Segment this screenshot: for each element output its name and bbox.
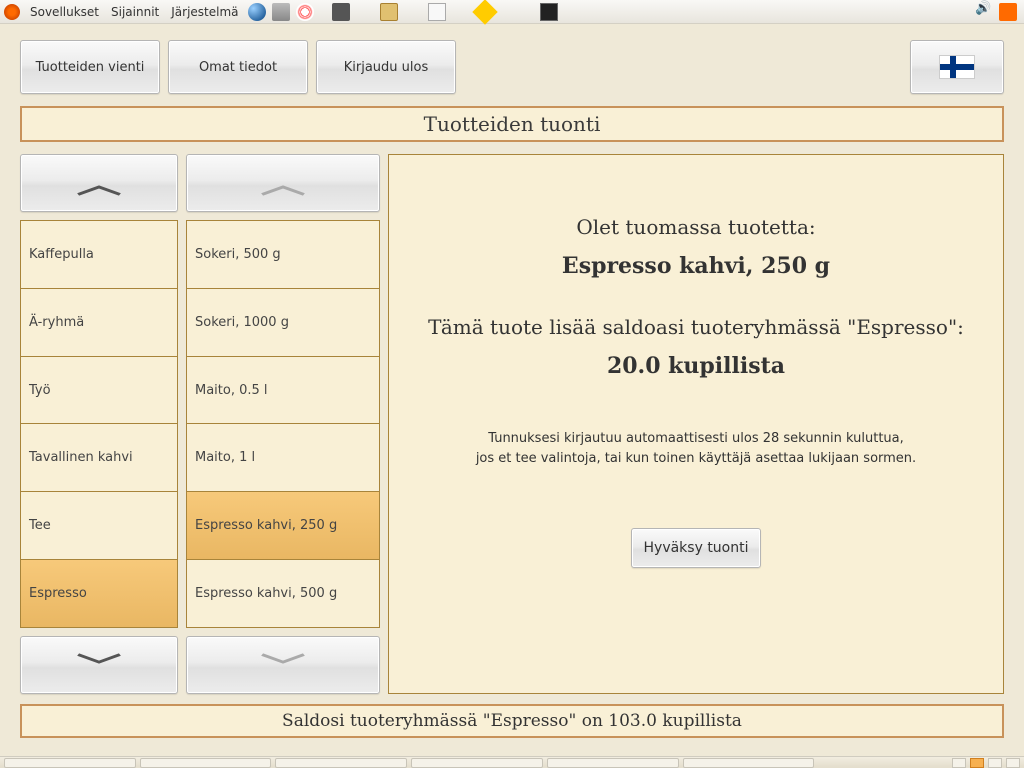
- globe-icon[interactable]: [248, 3, 266, 21]
- detail-product-name: Espresso kahvi, 250 g: [409, 253, 983, 279]
- detail-panel: Olet tuomassa tuotetta: Espresso kahvi, …: [388, 154, 1004, 694]
- language-button[interactable]: [910, 40, 1004, 94]
- taskbar-button[interactable]: [683, 758, 815, 768]
- workspace-switcher[interactable]: [952, 758, 966, 768]
- main-columns: ︿ Kaffepulla Ä-ryhmä Työ Tavallinen kahv…: [20, 154, 1004, 694]
- camera-icon[interactable]: [332, 3, 350, 21]
- shutdown-icon[interactable]: [999, 3, 1017, 21]
- toolbar: Tuotteiden vienti Omat tiedot Kirjaudu u…: [20, 40, 1004, 94]
- category-scroll-up-button[interactable]: ︿: [20, 154, 178, 212]
- profile-button[interactable]: Omat tiedot: [168, 40, 308, 94]
- app-window: Tuotteiden vienti Omat tiedot Kirjaudu u…: [0, 24, 1024, 756]
- desktop-top-panel: Sovellukset Sijainnit Järjestelmä: [0, 0, 1024, 24]
- taskbar-button[interactable]: [547, 758, 679, 768]
- chevron-down-icon: ﹀: [261, 647, 306, 683]
- page-title: Tuotteiden tuonti: [20, 106, 1004, 142]
- product-item-selected[interactable]: Espresso kahvi, 250 g: [187, 492, 379, 560]
- document-icon[interactable]: [428, 3, 446, 21]
- menu-system[interactable]: Järjestelmä: [165, 5, 244, 19]
- logout-button[interactable]: Kirjaudu ulos: [316, 40, 456, 94]
- product-item[interactable]: Espresso kahvi, 500 g: [187, 560, 379, 627]
- finland-flag-icon: [939, 55, 975, 79]
- folder-icon[interactable]: [380, 3, 398, 21]
- category-item[interactable]: Kaffepulla: [21, 221, 177, 289]
- category-item[interactable]: Ä-ryhmä: [21, 289, 177, 357]
- auto-logout-note: Tunnuksesi kirjautuu automaattisesti ulo…: [409, 429, 983, 468]
- product-scroll-down-button[interactable]: ﹀: [186, 636, 380, 694]
- volume-icon[interactable]: [975, 3, 993, 21]
- desktop-bottom-panel: [0, 756, 1024, 768]
- taskbar-button[interactable]: [411, 758, 543, 768]
- chevron-down-icon: ﹀: [77, 647, 122, 683]
- category-item[interactable]: Työ: [21, 357, 177, 425]
- accept-import-button[interactable]: Hyväksy tuonti: [631, 528, 761, 568]
- menu-places[interactable]: Sijainnit: [105, 5, 165, 19]
- product-item[interactable]: Maito, 1 l: [187, 424, 379, 492]
- help-lifebuoy-icon[interactable]: [296, 3, 314, 21]
- chevron-up-icon: ︿: [261, 165, 306, 201]
- home-icon[interactable]: [272, 3, 290, 21]
- workspace-switcher-active[interactable]: [970, 758, 984, 768]
- ubuntu-logo-icon: [4, 4, 20, 20]
- category-item-selected[interactable]: Espresso: [21, 560, 177, 627]
- category-item[interactable]: Tavallinen kahvi: [21, 424, 177, 492]
- taskbar-button[interactable]: [275, 758, 407, 768]
- product-item[interactable]: Sokeri, 1000 g: [187, 289, 379, 357]
- menu-applications[interactable]: Sovellukset: [24, 5, 105, 19]
- export-button[interactable]: Tuotteiden vienti: [20, 40, 160, 94]
- category-scroll-down-button[interactable]: ﹀: [20, 636, 178, 694]
- workspace-switcher[interactable]: [988, 758, 1002, 768]
- category-item[interactable]: Tee: [21, 492, 177, 560]
- product-item[interactable]: Sokeri, 500 g: [187, 221, 379, 289]
- product-list: Sokeri, 500 g Sokeri, 1000 g Maito, 0.5 …: [186, 220, 380, 628]
- note-line2: jos et tee valintoja, tai kun toinen käy…: [409, 449, 983, 469]
- category-list: Kaffepulla Ä-ryhmä Työ Tavallinen kahvi …: [20, 220, 178, 628]
- workspace-switcher[interactable]: [1006, 758, 1020, 768]
- terminal-icon[interactable]: [540, 3, 558, 21]
- product-scroll-up-button[interactable]: ︿: [186, 154, 380, 212]
- chevron-up-icon: ︿: [77, 165, 122, 201]
- detail-intro: Olet tuomassa tuotetta:: [409, 215, 983, 239]
- warning-icon[interactable]: [472, 0, 497, 24]
- taskbar-button[interactable]: [140, 758, 272, 768]
- detail-effect-label: Tämä tuote lisää saldoasi tuoteryhmässä …: [409, 315, 983, 339]
- category-column: ︿ Kaffepulla Ä-ryhmä Työ Tavallinen kahv…: [20, 154, 178, 694]
- detail-effect-amount: 20.0 kupillista: [409, 353, 983, 379]
- product-column: ︿ Sokeri, 500 g Sokeri, 1000 g Maito, 0.…: [186, 154, 380, 694]
- note-line1: Tunnuksesi kirjautuu automaattisesti ulo…: [409, 429, 983, 449]
- taskbar-button[interactable]: [4, 758, 136, 768]
- status-bar: Saldosi tuoteryhmässä "Espresso" on 103.…: [20, 704, 1004, 738]
- product-item[interactable]: Maito, 0.5 l: [187, 357, 379, 425]
